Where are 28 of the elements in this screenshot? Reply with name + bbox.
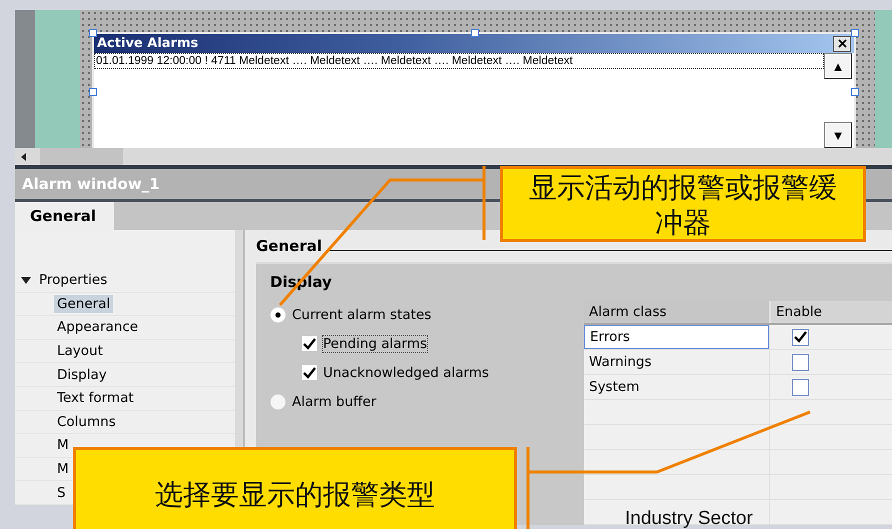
sidebar-item[interactable]: Appearance xyxy=(54,318,142,336)
tree-node[interactable]: Properties xyxy=(15,269,235,293)
section-title: General xyxy=(256,237,322,255)
sidebar-item[interactable]: Columns xyxy=(54,412,119,431)
tree-label: Properties xyxy=(39,272,108,288)
checkbox-label[interactable]: Unacknowledged alarms xyxy=(323,364,489,380)
table-cell[interactable]: Errors xyxy=(584,325,769,349)
column-header[interactable]: Enable xyxy=(769,301,892,323)
sidebar-item[interactable]: S xyxy=(54,484,69,502)
checkbox-label[interactable]: Pending alarms xyxy=(323,336,428,352)
tab[interactable]: General xyxy=(15,202,114,230)
callout: 选择要显示的报警类型 xyxy=(73,447,517,529)
callout: 显示活动的报警或报警缓冲器 xyxy=(500,166,866,242)
radio-label[interactable]: Current alarm states xyxy=(292,306,432,322)
sidebar-item[interactable]: Text format xyxy=(54,389,137,408)
sidebar-item[interactable]: M xyxy=(54,436,72,454)
alarm-view-title: Active Alarms xyxy=(97,36,198,51)
sidebar-item[interactable]: Display xyxy=(54,366,110,384)
radio-label[interactable]: Alarm buffer xyxy=(292,394,376,410)
sidebar-item[interactable]: M xyxy=(54,460,72,478)
scroll-down-button[interactable]: ▼ xyxy=(824,122,852,148)
sidebar-item[interactable]: Layout xyxy=(54,342,106,360)
inspector-title: Alarm window_1 xyxy=(22,175,160,193)
alarm-view[interactable]: Active Alarms 01.01.1999 12:00:00 ! 4711 Meldetext …. Meldetext …. Meldetext …. Meldetext …. Meldetext ▲ ▼ xyxy=(92,32,856,148)
alarm-row[interactable]: 01.01.1999 12:00:00 ! 4711 Meldetext …. Meldetext …. Meldetext …. Meldetext …. Meldetext xyxy=(94,53,824,69)
footer-text: Industry Sector xyxy=(625,508,753,529)
sidebar-item[interactable]: General xyxy=(54,294,114,313)
scroll-up-button[interactable]: ▲ xyxy=(824,53,852,79)
